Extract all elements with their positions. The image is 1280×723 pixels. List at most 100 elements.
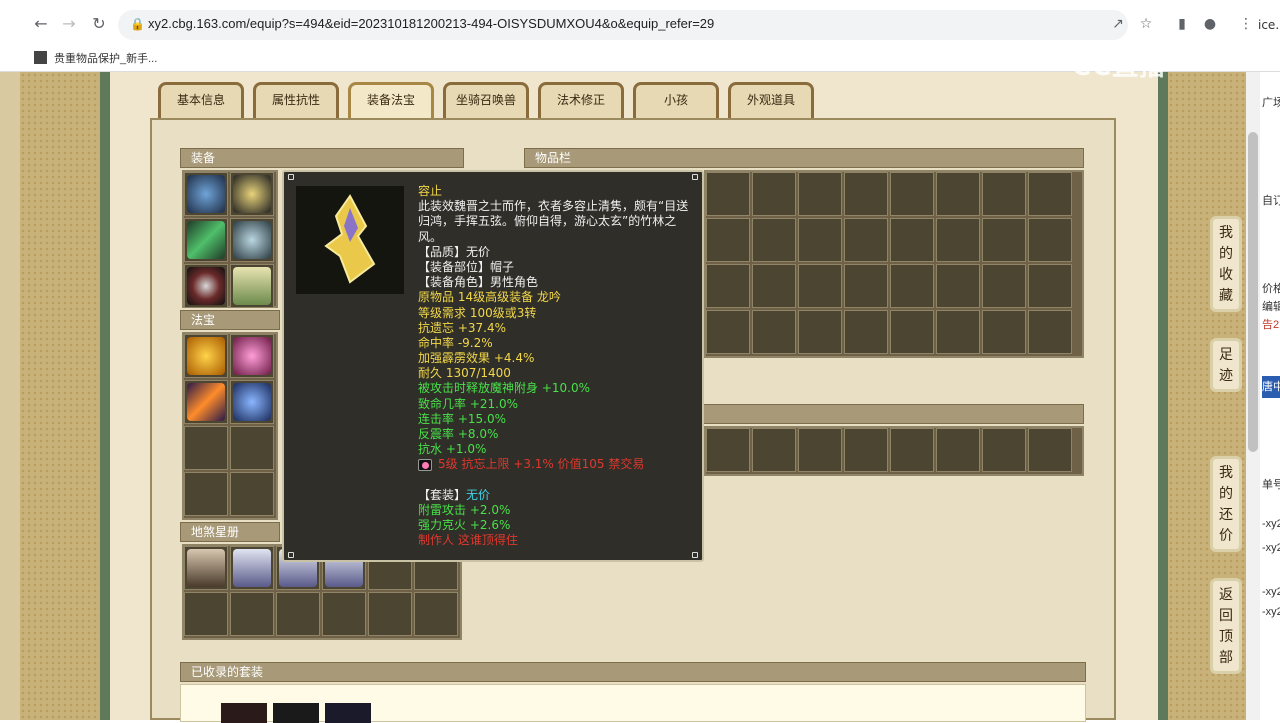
menu-icon[interactable]: ⋮ xyxy=(1236,14,1256,34)
storage-slot[interactable] xyxy=(706,428,750,472)
inventory-slot[interactable] xyxy=(798,172,842,216)
treasure-slot[interactable] xyxy=(230,334,274,378)
side-button-4[interactable]: 返回顶部 xyxy=(1210,578,1242,674)
treasure-slot[interactable] xyxy=(184,426,228,470)
share-icon[interactable]: ↗ xyxy=(1108,14,1128,34)
profile-icon[interactable]: ● xyxy=(1200,14,1220,34)
inventory-slot[interactable] xyxy=(798,310,842,354)
tab-1[interactable]: 基本信息 xyxy=(158,82,244,118)
equip-slot[interactable] xyxy=(184,172,228,216)
treasure-slot[interactable] xyxy=(230,380,274,424)
equip-slot[interactable] xyxy=(230,218,274,262)
star-slot[interactable] xyxy=(230,546,274,590)
reload-icon[interactable]: ↻ xyxy=(88,13,110,35)
star-slot[interactable] xyxy=(276,592,320,636)
inventory-slot[interactable] xyxy=(890,310,934,354)
treasure-slot[interactable] xyxy=(230,472,274,516)
tab-5[interactable]: 法术修正 xyxy=(538,82,624,118)
star-icon[interactable]: ☆ xyxy=(1136,14,1156,34)
treasure-item[interactable] xyxy=(233,383,271,421)
inventory-slot[interactable] xyxy=(890,218,934,262)
storage-slot[interactable] xyxy=(890,428,934,472)
star-slot[interactable] xyxy=(184,546,228,590)
equip-slot[interactable] xyxy=(230,172,274,216)
inventory-slot[interactable] xyxy=(706,172,750,216)
tab-6[interactable]: 小孩 xyxy=(633,82,719,118)
inventory-slot[interactable] xyxy=(982,264,1026,308)
treasure-slot[interactable] xyxy=(184,334,228,378)
inventory-slot[interactable] xyxy=(936,264,980,308)
inventory-slot[interactable] xyxy=(982,310,1026,354)
inventory-slot[interactable] xyxy=(1028,172,1072,216)
equip-item[interactable] xyxy=(187,267,225,305)
inventory-slot[interactable] xyxy=(890,264,934,308)
equip-slot[interactable] xyxy=(184,218,228,262)
storage-slot[interactable] xyxy=(936,428,980,472)
treasure-slot[interactable] xyxy=(184,380,228,424)
inventory-slot[interactable] xyxy=(1028,218,1072,262)
storage-slot[interactable] xyxy=(752,428,796,472)
treasure-item[interactable] xyxy=(187,383,225,421)
inventory-slot[interactable] xyxy=(936,172,980,216)
equip-item[interactable] xyxy=(187,221,225,259)
set-icon[interactable] xyxy=(325,703,371,723)
star-card[interactable] xyxy=(187,549,225,587)
storage-slot[interactable] xyxy=(844,428,888,472)
tab-7[interactable]: 外观道具 xyxy=(728,82,814,118)
inventory-slot[interactable] xyxy=(752,264,796,308)
inventory-slot[interactable] xyxy=(982,172,1026,216)
sets-header: 已收录的套装 xyxy=(180,662,1086,682)
storage-slot[interactable] xyxy=(1028,428,1072,472)
inventory-slot[interactable] xyxy=(752,218,796,262)
inventory-slot[interactable] xyxy=(844,264,888,308)
star-slot[interactable] xyxy=(184,592,228,636)
set-icon[interactable] xyxy=(221,703,267,723)
bookmark-link[interactable]: 贵重物品保护_新手... xyxy=(54,50,157,66)
equip-item[interactable] xyxy=(233,175,271,213)
equip-item[interactable] xyxy=(187,175,225,213)
inventory-slot[interactable] xyxy=(706,218,750,262)
inventory-slot[interactable] xyxy=(844,218,888,262)
side-button-3[interactable]: 我的还价 xyxy=(1210,456,1242,552)
treasure-slot[interactable] xyxy=(230,426,274,470)
star-slot[interactable] xyxy=(322,592,366,636)
side-button-2[interactable]: 足迹 xyxy=(1210,338,1242,392)
inventory-slot[interactable] xyxy=(798,264,842,308)
inventory-slot[interactable] xyxy=(706,310,750,354)
star-slot[interactable] xyxy=(230,592,274,636)
star-slot[interactable] xyxy=(414,592,458,636)
star-slot[interactable] xyxy=(368,592,412,636)
inventory-slot[interactable] xyxy=(1028,264,1072,308)
equip-item[interactable] xyxy=(233,221,271,259)
sidepanel-icon[interactable]: ▮ xyxy=(1172,14,1192,34)
inventory-slot[interactable] xyxy=(936,310,980,354)
storage-slot[interactable] xyxy=(982,428,1026,472)
inventory-slot[interactable] xyxy=(890,172,934,216)
back-icon[interactable]: ← xyxy=(30,13,52,35)
inventory-slot[interactable] xyxy=(798,218,842,262)
inventory-slot[interactable] xyxy=(752,310,796,354)
treasure-item[interactable] xyxy=(187,337,225,375)
tab-4[interactable]: 坐骑召唤兽 xyxy=(443,82,529,118)
side-button-1[interactable]: 我的收藏 xyxy=(1210,216,1242,312)
scrollbar-thumb[interactable] xyxy=(1248,132,1258,452)
inventory-slot[interactable] xyxy=(1028,310,1072,354)
tab-3[interactable]: 装备法宝 xyxy=(348,82,434,118)
treasure-slot[interactable] xyxy=(184,472,228,516)
inventory-slot[interactable] xyxy=(752,172,796,216)
tab-2[interactable]: 属性抗性 xyxy=(253,82,339,118)
inventory-slot[interactable] xyxy=(936,218,980,262)
equip-item[interactable] xyxy=(233,267,271,305)
equip-slot[interactable] xyxy=(230,264,274,308)
set-icon[interactable] xyxy=(273,703,319,723)
star-card[interactable] xyxy=(233,549,271,587)
inventory-slot[interactable] xyxy=(844,310,888,354)
inventory-slot[interactable] xyxy=(844,172,888,216)
equip-slot[interactable] xyxy=(184,264,228,308)
storage-slot[interactable] xyxy=(798,428,842,472)
inventory-slot[interactable] xyxy=(982,218,1026,262)
address-bar[interactable]: 🔒 xy2.cbg.163.com/equip?s=494&eid=202310… xyxy=(118,10,1128,40)
inventory-slot[interactable] xyxy=(706,264,750,308)
forward-icon[interactable]: → xyxy=(58,13,80,35)
treasure-item[interactable] xyxy=(233,337,271,375)
